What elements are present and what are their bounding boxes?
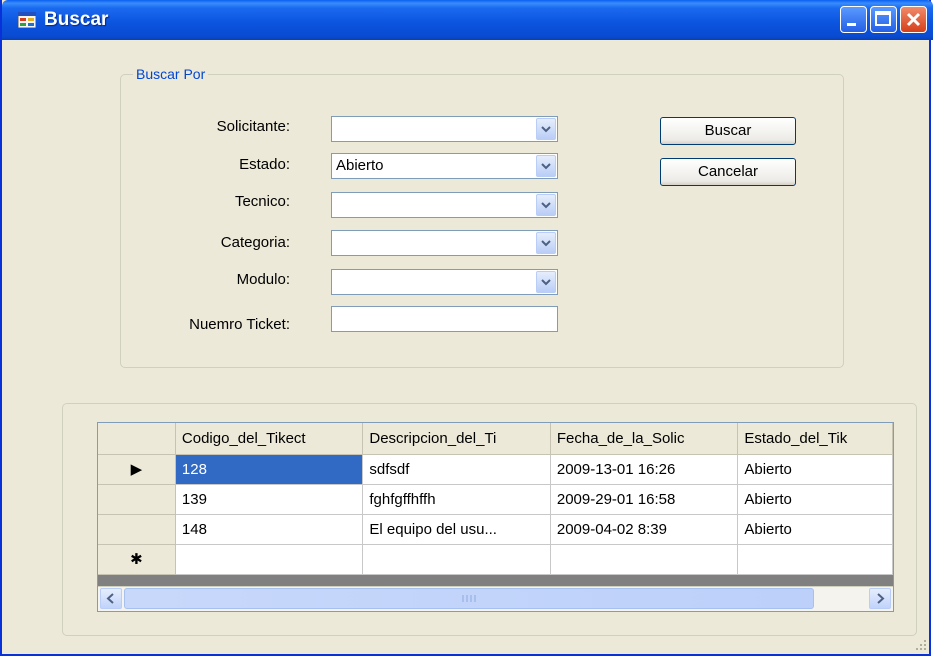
row-header[interactable] [98, 484, 176, 515]
modulo-label: Modulo: [236, 271, 290, 288]
results-grid[interactable]: Codigo_del_Tikect Descripcion_del_Ti Fec… [97, 422, 894, 612]
minimize-icon [847, 23, 856, 26]
tecnico-dropdown-button[interactable] [536, 194, 556, 216]
minimize-button[interactable] [840, 6, 867, 33]
close-icon [906, 12, 921, 27]
row-header[interactable] [98, 514, 176, 545]
modulo-dropdown-button[interactable] [536, 271, 556, 293]
window-title: Buscar [44, 9, 109, 30]
table-cell[interactable]: 2009-04-02 8:39 [550, 514, 739, 545]
estado-dropdown-button[interactable] [536, 155, 556, 177]
search-button[interactable]: Buscar [660, 117, 796, 145]
resize-grip-icon[interactable] [914, 638, 928, 652]
estado-label: Estado: [239, 156, 290, 173]
table-cell[interactable]: El equipo del usu... [362, 514, 551, 545]
table-row[interactable]: ▶ 128 sdfsdf 2009-13-01 16:26 Abierto [98, 454, 893, 485]
new-row[interactable]: ✱ [98, 544, 893, 575]
search-group-legend: Buscar Por [133, 66, 209, 82]
current-row-indicator-icon[interactable]: ▶ [98, 454, 176, 485]
arrow-right-icon [877, 593, 885, 604]
table-cell[interactable] [175, 544, 364, 575]
categoria-dropdown-button[interactable] [536, 232, 556, 254]
tecnico-label: Tecnico: [234, 193, 290, 210]
tecnico-combo[interactable] [331, 192, 558, 218]
chevron-down-icon [541, 202, 551, 209]
estado-combo[interactable]: Abierto [331, 153, 558, 179]
results-table: Codigo_del_Tikect Descripcion_del_Ti Fec… [98, 423, 893, 575]
table-cell[interactable] [737, 544, 893, 575]
maximize-button[interactable] [870, 6, 897, 33]
column-header[interactable]: Fecha_de_la_Solic [550, 423, 739, 455]
table-row[interactable]: 139 fghfgffhffh 2009-29-01 16:58 Abierto [98, 484, 893, 515]
grip-icon [462, 595, 476, 602]
table-cell[interactable]: fghfgffhffh [362, 484, 551, 515]
arrow-left-icon [106, 593, 114, 604]
categoria-label: Categoria: [220, 234, 290, 251]
table-cell[interactable]: 128 [175, 454, 364, 485]
maximize-icon [875, 11, 891, 26]
table-cell[interactable]: Abierto [737, 484, 893, 515]
cancel-button[interactable]: Cancelar [660, 158, 796, 186]
scroll-left-button[interactable] [100, 588, 122, 609]
ticket-number-input[interactable] [331, 306, 558, 332]
table-cell[interactable]: Abierto [737, 454, 893, 485]
grid-corner-header[interactable] [98, 423, 176, 455]
solicitante-dropdown-button[interactable] [536, 118, 556, 140]
chevron-down-icon [541, 163, 551, 170]
column-header[interactable]: Descripcion_del_Ti [362, 423, 551, 455]
search-window: Buscar Buscar Por Solicitante: Estado: A… [0, 0, 933, 656]
new-row-marker-icon[interactable]: ✱ [98, 544, 176, 575]
table-cell[interactable] [362, 544, 551, 575]
table-row[interactable]: 148 El equipo del usu... 2009-04-02 8:39… [98, 514, 893, 545]
title-bar[interactable]: Buscar [2, 0, 933, 40]
estado-value: Abierto [336, 157, 384, 174]
table-cell[interactable]: 2009-29-01 16:58 [550, 484, 739, 515]
table-cell[interactable]: sdfsdf [362, 454, 551, 485]
ticket-number-label: Nuemro Ticket: [189, 316, 290, 333]
column-header[interactable]: Estado_del_Tik [737, 423, 893, 455]
table-cell[interactable]: 139 [175, 484, 364, 515]
close-button[interactable] [900, 6, 927, 33]
window-app-icon [18, 12, 36, 28]
chevron-down-icon [541, 240, 551, 247]
scroll-thumb[interactable] [124, 588, 814, 609]
scroll-right-button[interactable] [869, 588, 891, 609]
modulo-combo[interactable] [331, 269, 558, 295]
table-cell[interactable]: Abierto [737, 514, 893, 545]
table-cell[interactable]: 2009-13-01 16:26 [550, 454, 739, 485]
grid-header-row: Codigo_del_Tikect Descripcion_del_Ti Fec… [98, 423, 893, 455]
solicitante-combo[interactable] [331, 116, 558, 142]
table-cell[interactable] [550, 544, 739, 575]
table-cell[interactable]: 148 [175, 514, 364, 545]
chevron-down-icon [541, 126, 551, 133]
column-header[interactable]: Codigo_del_Tikect [175, 423, 364, 455]
solicitante-label: Solicitante: [216, 118, 290, 135]
chevron-down-icon [541, 279, 551, 286]
categoria-combo[interactable] [331, 230, 558, 256]
horizontal-scrollbar[interactable] [98, 586, 893, 611]
